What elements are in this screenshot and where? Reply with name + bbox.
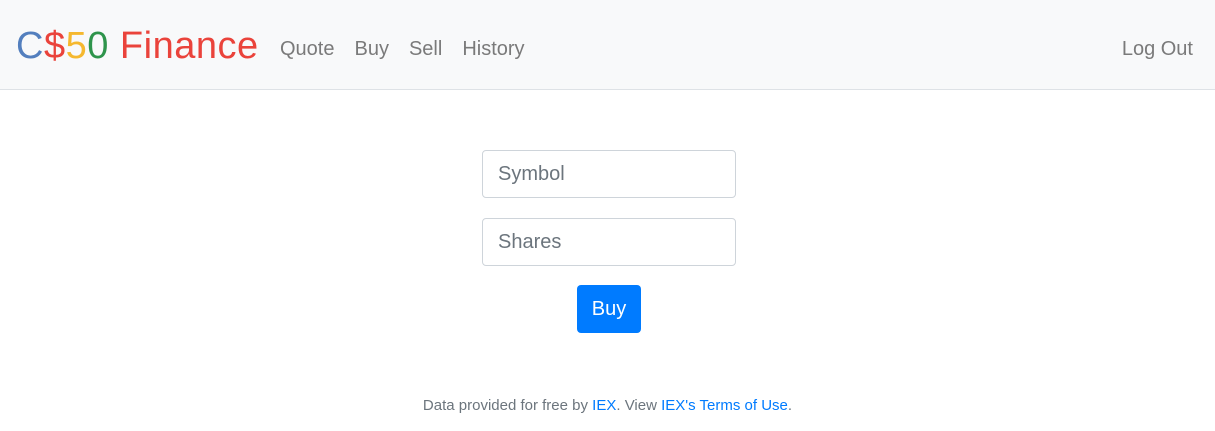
nav-link-history[interactable]: History <box>462 36 524 62</box>
brand-letter-0: 0 <box>87 25 109 67</box>
buy-button[interactable]: Buy <box>577 285 641 333</box>
iex-terms-link[interactable]: IEX's Terms of Use <box>661 397 788 414</box>
brand-letter-5: 5 <box>65 25 88 67</box>
nav-links: Quote Buy Sell History <box>280 36 525 62</box>
iex-link[interactable]: IEX <box>592 397 616 414</box>
nav-link-buy[interactable]: Buy <box>354 36 388 62</box>
symbol-input[interactable] <box>482 150 736 198</box>
footer-middle: . View <box>616 397 662 414</box>
brand-letter-dollar: $ <box>43 25 66 67</box>
brand-word-finance: Finance <box>108 25 259 67</box>
footer-suffix: . <box>787 397 793 414</box>
footer: Data provided for free by IEX. View IEX'… <box>0 396 1215 416</box>
brand-letter-c: C <box>16 25 44 67</box>
nav-link-quote[interactable]: Quote <box>280 36 334 62</box>
nav-link-sell[interactable]: Sell <box>409 36 442 62</box>
navbar: C$50 Finance Quote Buy Sell History Log … <box>0 0 1215 90</box>
brand-logo[interactable]: C$50 Finance <box>16 24 259 68</box>
footer-prefix: Data provided for free by <box>422 397 593 414</box>
nav-link-logout[interactable]: Log Out <box>1122 38 1193 60</box>
nav-right: Log Out <box>1122 36 1193 62</box>
shares-input[interactable] <box>482 218 736 266</box>
